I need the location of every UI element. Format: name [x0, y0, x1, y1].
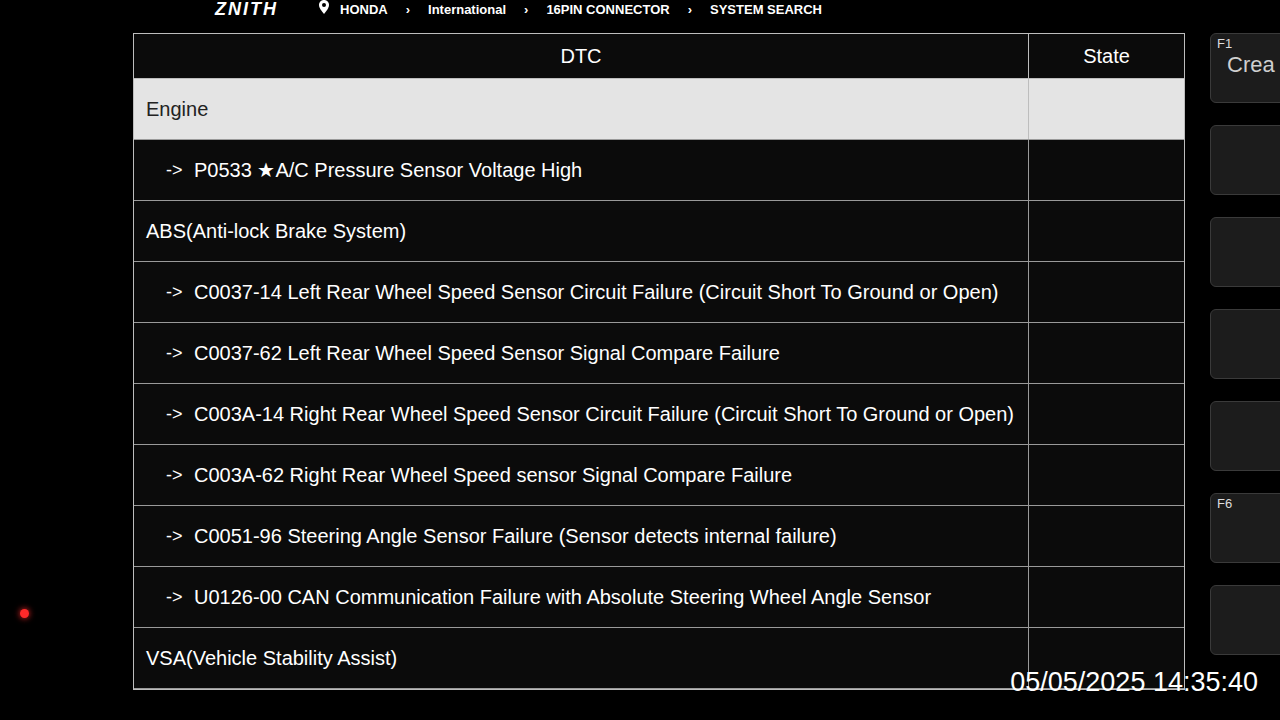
table-header: DTCState — [134, 34, 1184, 79]
state-cell — [1029, 262, 1184, 322]
row-arrow: -> — [166, 157, 194, 184]
row-arrow: -> — [166, 523, 194, 550]
function-key-label — [1217, 404, 1280, 420]
breadcrumb-item[interactable]: 16PIN CONNECTOR — [546, 0, 669, 20]
function-key[interactable] — [1210, 585, 1280, 655]
logo: ZNITH — [215, 0, 278, 18]
breadcrumb-item[interactable]: HONDA — [340, 0, 388, 20]
state-cell — [1029, 140, 1184, 200]
system-row[interactable]: ABS(Anti-lock Brake System) — [134, 201, 1184, 262]
dtc-row[interactable]: ->C0037-62 Left Rear Wheel Speed Sensor … — [134, 323, 1184, 384]
function-key-label — [1217, 312, 1280, 328]
state-cell — [1029, 201, 1184, 261]
dtc-cell: ->P0533 ★A/C Pressure Sensor Voltage Hig… — [134, 140, 1029, 200]
function-key-label — [1217, 128, 1280, 144]
dtc-cell: ->U0126-00 CAN Communication Failure wit… — [134, 567, 1029, 627]
dtc-row[interactable]: ->C003A-62 Right Rear Wheel Speed sensor… — [134, 445, 1184, 506]
dtc-text: C0037-14 Left Rear Wheel Speed Sensor Ci… — [194, 277, 998, 307]
power-led — [20, 609, 29, 618]
location-pin-icon — [318, 0, 330, 14]
state-cell — [1029, 445, 1184, 505]
function-key-label: F6 — [1217, 496, 1280, 512]
dtc-row[interactable]: ->U0126-00 CAN Communication Failure wit… — [134, 567, 1184, 628]
function-key-label: F1 — [1217, 36, 1280, 52]
dtc-cell: ->C0037-14 Left Rear Wheel Speed Sensor … — [134, 262, 1029, 322]
column-header: State — [1029, 34, 1184, 78]
dtc-text: ABS(Anti-lock Brake System) — [146, 216, 406, 246]
system-row[interactable]: Engine — [134, 79, 1184, 140]
function-key[interactable] — [1210, 125, 1280, 195]
breadcrumb-item[interactable]: International — [428, 0, 506, 20]
left-bezel — [0, 33, 133, 720]
row-arrow: -> — [166, 584, 194, 611]
dtc-cell: VSA(Vehicle Stability Assist) — [134, 628, 1029, 688]
state-cell — [1029, 567, 1184, 627]
row-arrow: -> — [166, 462, 194, 489]
row-arrow: -> — [166, 401, 194, 428]
state-cell — [1029, 79, 1184, 139]
dtc-text: P0533 ★A/C Pressure Sensor Voltage High — [194, 155, 582, 185]
state-cell — [1029, 506, 1184, 566]
state-cell — [1029, 323, 1184, 383]
breadcrumb-item[interactable]: SYSTEM SEARCH — [710, 0, 822, 20]
dtc-cell: ABS(Anti-lock Brake System) — [134, 201, 1029, 261]
dtc-row[interactable]: ->P0533 ★A/C Pressure Sensor Voltage Hig… — [134, 140, 1184, 201]
function-key-text: Crea — [1217, 52, 1280, 78]
function-key[interactable]: F1Crea — [1210, 33, 1280, 103]
function-key-label — [1217, 588, 1280, 604]
dtc-row[interactable]: ->C0051-96 Steering Angle Sensor Failure… — [134, 506, 1184, 567]
breadcrumb-separator: › — [516, 0, 536, 20]
breadcrumb-separator: › — [680, 0, 700, 20]
dtc-text: C0051-96 Steering Angle Sensor Failure (… — [194, 521, 837, 551]
row-arrow: -> — [166, 340, 194, 367]
breadcrumb-bar: ZNITH HONDA › International › 16PIN CONNECTOR… — [0, 0, 1280, 33]
function-key[interactable] — [1210, 217, 1280, 287]
column-header: DTC — [134, 34, 1029, 78]
dtc-text: C003A-62 Right Rear Wheel Speed sensor S… — [194, 460, 792, 490]
dtc-cell: ->C0037-62 Left Rear Wheel Speed Sensor … — [134, 323, 1029, 383]
dtc-text: C003A-14 Right Rear Wheel Speed Sensor C… — [194, 399, 1014, 429]
timestamp-watermark: 05/05/2025 14:35:40 — [1010, 669, 1258, 696]
dtc-text: U0126-00 CAN Communication Failure with … — [194, 582, 931, 612]
dtc-row[interactable]: ->C0037-14 Left Rear Wheel Speed Sensor … — [134, 262, 1184, 323]
dtc-table: DTCStateEngine->P0533 ★A/C Pressure Sens… — [133, 33, 1185, 690]
dtc-cell: ->C003A-62 Right Rear Wheel Speed sensor… — [134, 445, 1029, 505]
row-arrow: -> — [166, 279, 194, 306]
function-key[interactable] — [1210, 309, 1280, 379]
dtc-cell: ->C0051-96 Steering Angle Sensor Failure… — [134, 506, 1029, 566]
dtc-row[interactable]: ->C003A-14 Right Rear Wheel Speed Sensor… — [134, 384, 1184, 445]
function-key[interactable]: F6 — [1210, 493, 1280, 563]
function-key[interactable] — [1210, 401, 1280, 471]
function-key-column: F1Crea F6 — [1210, 33, 1280, 720]
dtc-text: VSA(Vehicle Stability Assist) — [146, 643, 397, 673]
dtc-text: Engine — [146, 94, 208, 124]
function-key-label — [1217, 220, 1280, 236]
dtc-text: C0037-62 Left Rear Wheel Speed Sensor Si… — [194, 338, 780, 368]
dtc-cell: Engine — [134, 79, 1029, 139]
dtc-cell: ->C003A-14 Right Rear Wheel Speed Sensor… — [134, 384, 1029, 444]
state-cell — [1029, 384, 1184, 444]
breadcrumb-separator: › — [398, 0, 418, 20]
